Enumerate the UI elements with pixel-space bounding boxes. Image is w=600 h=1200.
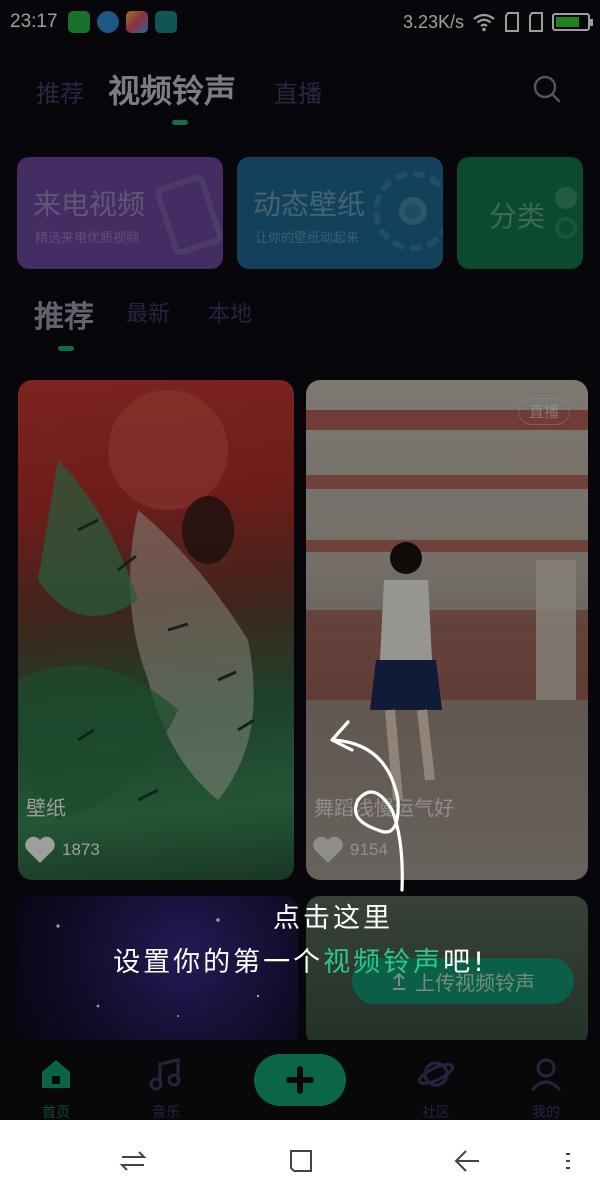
system-nav-bar	[0, 1120, 600, 1200]
guide-text-tap-here: 点击这里	[273, 903, 393, 934]
menu-icon[interactable]	[556, 1146, 586, 1176]
bottom-nav: 首页 音乐 社区 我的	[0, 1040, 600, 1122]
heart-icon	[25, 836, 55, 863]
aperture-core-icon	[399, 197, 427, 225]
plus-icon	[286, 1066, 314, 1094]
planet-icon	[417, 1061, 455, 1087]
subtab-local[interactable]: 本地	[208, 296, 252, 328]
nav-profile[interactable]: 我的	[506, 1040, 586, 1122]
net-speed: 3.23K/s	[402, 11, 464, 32]
card-title: 动态壁纸	[253, 188, 366, 221]
like-count[interactable]: 1873	[24, 836, 100, 864]
nav-label: 我的	[532, 1105, 560, 1121]
card-title: 来电视频	[33, 188, 146, 221]
battery-icon	[552, 13, 593, 31]
sim1-icon	[505, 12, 519, 32]
subtab-recommend[interactable]: 推荐	[34, 292, 94, 336]
wechat-icon	[67, 11, 90, 33]
gallery-icon	[125, 11, 148, 33]
card-subtitle: 让你的壁纸动起来	[255, 231, 360, 246]
guide-arrow-icon	[330, 720, 404, 892]
card-subtitle: 精选来电优质视频	[35, 231, 140, 246]
sync-icon	[96, 11, 119, 33]
profile-icon	[530, 1058, 562, 1092]
battery-level	[556, 17, 579, 27]
guide-suffix: 吧!	[443, 947, 487, 978]
guide-text-set-ringtone: 设置你的第一个视频铃声吧!	[0, 940, 600, 979]
subtab-latest[interactable]: 最新	[126, 296, 170, 328]
tab-video-ringtone[interactable]: 视频铃声	[108, 66, 236, 112]
sim2-icon	[529, 12, 543, 32]
back-icon[interactable]	[452, 1146, 482, 1176]
card-live-wallpaper[interactable]: 动态壁纸 让你的壁纸动起来	[237, 157, 443, 269]
card-incoming-video[interactable]: 来电视频 精选来电优质视频	[17, 157, 223, 269]
guide-highlight: 视频铃声	[323, 947, 444, 978]
music-icon	[149, 1058, 181, 1091]
live-badge: 直播	[517, 398, 570, 425]
nav-label: 社区	[422, 1105, 450, 1121]
card-title: 分类	[489, 200, 546, 233]
home-icon	[42, 1060, 70, 1088]
top-tab-indicator	[172, 120, 188, 125]
search-icon[interactable]	[532, 74, 562, 104]
nav-label: 首页	[42, 1105, 70, 1121]
nav-label: 音乐	[152, 1105, 180, 1121]
status-bar: 23:17 3.23K/s	[0, 0, 600, 44]
tab-live[interactable]: 直播	[274, 74, 322, 109]
nav-music[interactable]: 音乐	[126, 1040, 206, 1122]
phone-icon	[153, 172, 223, 258]
media-card-wallpaper[interactable]: 壁纸 1873	[18, 380, 294, 880]
app-screen: 23:17 3.23K/s 推荐 视频铃声 直播 来电视频 精选来电优质视频 动…	[0, 0, 600, 1200]
card-categories[interactable]: 分类	[457, 157, 583, 269]
wifi-icon	[473, 13, 495, 32]
nav-community[interactable]: 社区	[396, 1040, 476, 1122]
top-tabs: 推荐 视频铃声 直播	[0, 60, 600, 130]
guide-prefix: 设置你的第一个	[113, 947, 324, 978]
switch-icon[interactable]	[118, 1146, 148, 1176]
tab-recommend[interactable]: 推荐	[36, 74, 84, 109]
likes-value: 1873	[62, 840, 100, 859]
usb-icon	[154, 11, 177, 33]
create-button[interactable]	[254, 1054, 346, 1106]
subtab-indicator	[58, 346, 74, 351]
status-time: 23:17	[10, 11, 58, 32]
category-cards: 来电视频 精选来电优质视频 动态壁纸 让你的壁纸动起来 分类	[17, 157, 600, 269]
home-square-icon[interactable]	[286, 1146, 316, 1176]
category-dots-icon	[555, 187, 577, 209]
category-dots-icon	[555, 217, 577, 239]
nav-home[interactable]: 首页	[16, 1040, 96, 1122]
media-caption: 壁纸	[26, 796, 66, 820]
status-right: 3.23K/s	[402, 11, 593, 33]
